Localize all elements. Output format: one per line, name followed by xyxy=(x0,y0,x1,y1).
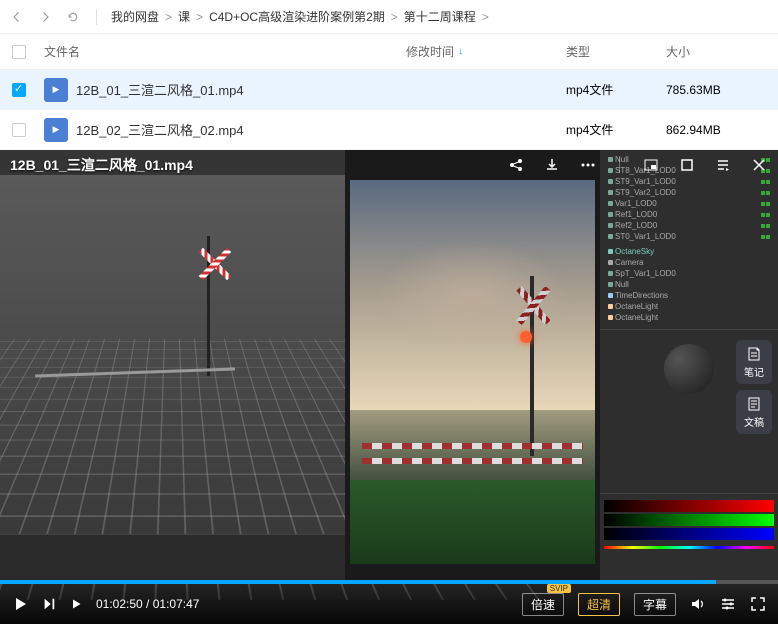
more-button[interactable] xyxy=(579,156,597,174)
progress-bar[interactable] xyxy=(0,580,778,584)
video-content[interactable]: Null ST8_Var1_LOD0 ST9_Var1_LOD0 ST9_Var… xyxy=(0,150,778,584)
nav-forward-button[interactable] xyxy=(36,8,54,26)
row-checkbox[interactable] xyxy=(12,83,26,97)
row-checkbox[interactable] xyxy=(12,123,26,137)
video-title-bar: 12B_01_三渲二风格_01.mp4 xyxy=(0,150,778,180)
select-all-checkbox[interactable] xyxy=(12,45,26,59)
column-header-size[interactable]: 大小 xyxy=(666,43,766,60)
nav-back-button[interactable] xyxy=(8,8,26,26)
breadcrumb-item[interactable]: 课 xyxy=(178,8,190,25)
settings-button[interactable] xyxy=(720,596,736,612)
video-file-icon xyxy=(44,118,68,142)
sort-arrow-icon: ↓ xyxy=(458,46,463,57)
file-type: mp4文件 xyxy=(566,121,666,138)
file-name[interactable]: 12B_02_三渲二风格_02.mp4 xyxy=(76,120,406,139)
color-panel xyxy=(600,494,778,584)
side-float-buttons: 笔记 文稿 xyxy=(736,340,772,434)
file-size: 862.94MB xyxy=(666,123,766,137)
window-button[interactable] xyxy=(678,156,696,174)
c4d-viewport-panel xyxy=(0,150,345,584)
breadcrumb-separator: > xyxy=(196,10,203,24)
transcript-button[interactable]: 文稿 xyxy=(736,390,772,434)
subtitle-button[interactable]: 字幕 xyxy=(634,593,676,616)
quality-button[interactable]: 超清 xyxy=(578,593,620,616)
nav-bar: 我的网盘 > 课 > C4D+OC高级渲染进阶案例第2期 > 第十二周课程 > xyxy=(0,0,778,34)
video-controls: 01:02:50 / 01:07:47 倍速 SVIP 超清 字幕 xyxy=(0,580,778,624)
file-name[interactable]: 12B_01_三渲二风格_01.mp4 xyxy=(76,80,406,99)
breadcrumb-item[interactable]: C4D+OC高级渲染进阶案例第2期 xyxy=(209,8,385,25)
svip-badge: SVIP xyxy=(547,584,571,593)
time-display: 01:02:50 / 01:07:47 xyxy=(96,597,199,611)
nav-separator xyxy=(96,9,97,25)
close-button[interactable] xyxy=(750,156,768,174)
next-button[interactable] xyxy=(42,597,56,611)
table-row[interactable]: 12B_02_三渲二风格_02.mp4 mp4文件 862.94MB xyxy=(0,110,778,150)
table-header: 文件名 修改时间 ↓ 类型 大小 xyxy=(0,34,778,70)
column-header-type[interactable]: 类型 xyxy=(566,43,666,60)
column-header-date[interactable]: 修改时间 ↓ xyxy=(406,43,566,60)
table-row[interactable]: 12B_01_三渲二风格_01.mp4 mp4文件 785.63MB xyxy=(0,70,778,110)
column-header-name[interactable]: 文件名 xyxy=(36,43,406,60)
playlist-button[interactable] xyxy=(714,156,732,174)
file-size: 785.63MB xyxy=(666,83,766,97)
speed-button[interactable]: 倍速 SVIP xyxy=(522,593,564,616)
download-button[interactable] xyxy=(543,156,561,174)
video-file-icon xyxy=(44,78,68,102)
octane-render-view xyxy=(350,180,595,564)
pip-button[interactable] xyxy=(642,156,660,174)
breadcrumb-separator: > xyxy=(482,10,489,24)
c4d-render-panel xyxy=(345,150,600,584)
title-actions xyxy=(507,156,768,174)
breadcrumb-separator: > xyxy=(391,10,398,24)
play-button[interactable] xyxy=(12,596,28,612)
c4d-3d-viewport xyxy=(0,175,345,584)
material-preview xyxy=(664,344,714,394)
video-title: 12B_01_三渲二风格_01.mp4 xyxy=(10,155,193,175)
breadcrumb-separator: > xyxy=(165,10,172,24)
breadcrumb-item[interactable]: 我的网盘 xyxy=(111,8,159,25)
file-type: mp4文件 xyxy=(566,81,666,98)
c4d-timeline xyxy=(0,534,345,584)
nav-refresh-button[interactable] xyxy=(64,8,82,26)
volume-button[interactable] xyxy=(690,596,706,612)
notes-button[interactable]: 笔记 xyxy=(736,340,772,384)
video-player: 12B_01_三渲二风格_01.mp4 xyxy=(0,150,778,624)
breadcrumb-item[interactable]: 第十二周课程 xyxy=(404,8,476,25)
fullscreen-button[interactable] xyxy=(750,596,766,612)
share-button[interactable] xyxy=(507,156,525,174)
stop-button[interactable] xyxy=(70,598,82,610)
breadcrumb: 我的网盘 > 课 > C4D+OC高级渲染进阶案例第2期 > 第十二周课程 > xyxy=(111,8,489,25)
